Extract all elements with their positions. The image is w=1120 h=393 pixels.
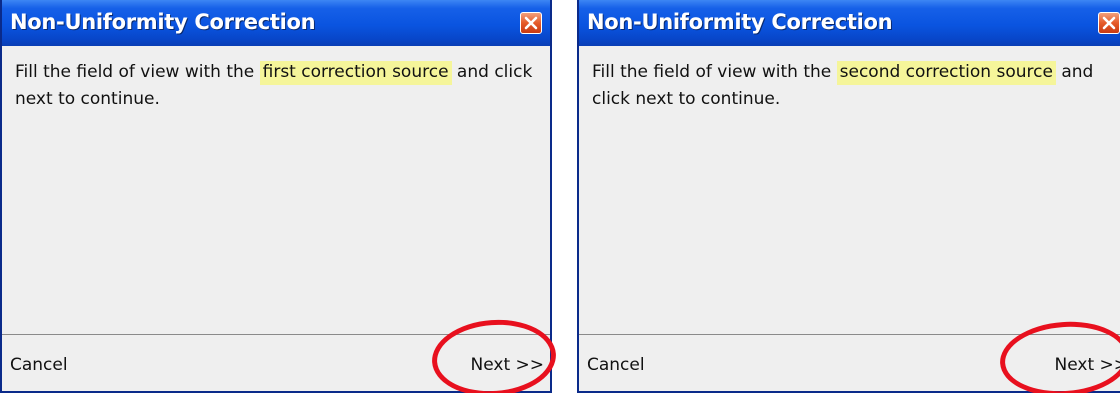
cancel-button[interactable]: Cancel <box>587 355 645 375</box>
instruction-text: Fill the field of view with the second c… <box>592 59 1112 113</box>
instruction-lead: Fill the field of view with the <box>15 62 260 82</box>
close-button[interactable] <box>520 12 542 34</box>
close-icon <box>524 16 538 30</box>
next-button[interactable]: Next >> <box>471 355 545 375</box>
dialog-footer: Cancel Next >> <box>579 334 1120 391</box>
window-title: Non-Uniformity Correction <box>587 10 893 34</box>
cancel-button[interactable]: Cancel <box>10 355 68 375</box>
instruction-lead: Fill the field of view with the <box>592 62 837 82</box>
title-bar[interactable]: Non-Uniformity Correction <box>2 0 550 46</box>
screenshot-stage: Non-Uniformity Correction Fill the field… <box>0 0 1120 393</box>
close-icon <box>1102 16 1116 30</box>
nuc-dialog-second: Non-Uniformity Correction Fill the field… <box>577 0 1120 393</box>
title-bar[interactable]: Non-Uniformity Correction <box>579 0 1120 46</box>
nuc-dialog-first: Non-Uniformity Correction Fill the field… <box>0 0 552 393</box>
close-button[interactable] <box>1098 12 1120 34</box>
dialog-footer: Cancel Next >> <box>2 334 550 391</box>
next-button[interactable]: Next >> <box>1055 355 1120 375</box>
window-title: Non-Uniformity Correction <box>10 10 316 34</box>
highlighted-source: first correction source <box>259 61 452 85</box>
instruction-text: Fill the field of view with the first co… <box>15 59 535 113</box>
highlighted-source: second correction source <box>836 61 1056 85</box>
